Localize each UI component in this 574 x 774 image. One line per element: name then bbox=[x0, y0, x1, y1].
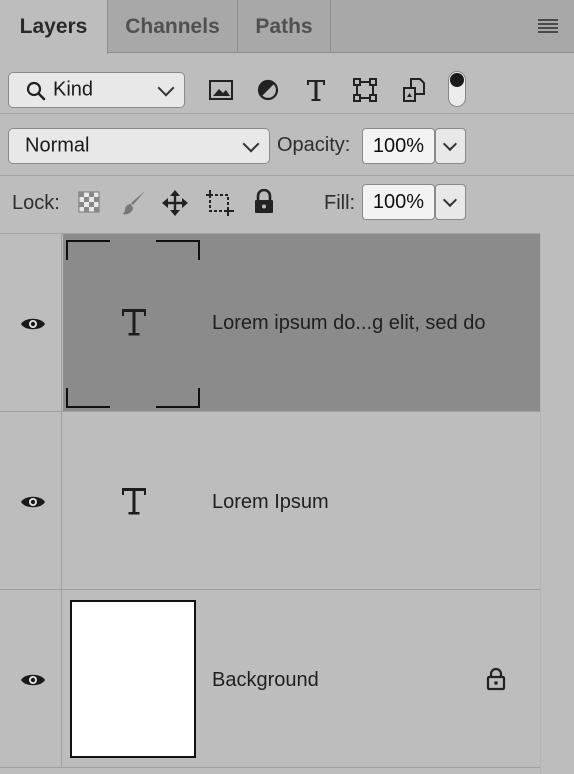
blend-mode-dropdown[interactable]: Normal bbox=[8, 128, 270, 164]
panel-tab-bar: Layers Channels Paths bbox=[0, 0, 574, 54]
layers-scroll-gutter[interactable] bbox=[540, 233, 574, 774]
shape-filter-icon[interactable] bbox=[353, 78, 377, 102]
layer-name[interactable]: Lorem ipsum do...g elit, sed do bbox=[212, 312, 485, 335]
opacity-label: Opacity: bbox=[277, 134, 351, 156]
tab-layers[interactable]: Layers bbox=[0, 0, 108, 54]
panel-menu-icon[interactable] bbox=[538, 19, 558, 33]
toggle-knob bbox=[450, 73, 464, 87]
layer-thumbnail-white bbox=[70, 600, 196, 758]
search-icon bbox=[26, 81, 46, 101]
text-layer-icon bbox=[122, 488, 146, 515]
filter-kind-dropdown[interactable]: Kind bbox=[8, 72, 185, 108]
fill-input[interactable]: 100% bbox=[362, 184, 435, 220]
lock-label: Lock: bbox=[12, 192, 60, 214]
tab-paths[interactable]: Paths bbox=[238, 0, 331, 53]
layer-name[interactable]: Background bbox=[212, 669, 319, 692]
tab-channels[interactable]: Channels bbox=[108, 0, 238, 53]
eye-icon[interactable] bbox=[20, 316, 46, 332]
visibility-column bbox=[0, 234, 62, 411]
chevron-down-icon bbox=[242, 135, 260, 153]
chevron-down-icon bbox=[157, 79, 175, 97]
fill-dropdown-button[interactable] bbox=[435, 184, 466, 220]
filter-on-off-toggle[interactable] bbox=[448, 71, 466, 107]
layer-row-text-selected[interactable]: Lorem ipsum do...g elit, sed do bbox=[0, 234, 540, 412]
visibility-column bbox=[0, 590, 62, 767]
text-layer-icon bbox=[122, 309, 146, 336]
layers-list: Lorem ipsum do...g elit, sed do Lorem Ip… bbox=[0, 233, 574, 774]
smart-object-filter-icon[interactable] bbox=[403, 78, 425, 102]
lock-position-move-icon[interactable] bbox=[161, 189, 189, 217]
eye-icon[interactable] bbox=[20, 672, 46, 688]
layer-name[interactable]: Lorem Ipsum bbox=[212, 491, 329, 514]
eye-icon[interactable] bbox=[20, 494, 46, 510]
lock-transparent-pixels-icon[interactable] bbox=[78, 191, 100, 213]
chevron-down-icon bbox=[442, 192, 458, 208]
filter-row: Kind bbox=[0, 54, 574, 114]
opacity-dropdown-button[interactable] bbox=[435, 128, 466, 164]
image-filter-icon[interactable] bbox=[209, 80, 233, 100]
visibility-column bbox=[0, 412, 62, 589]
filter-kind-label: Kind bbox=[53, 78, 94, 101]
lock-all-icon[interactable] bbox=[253, 189, 275, 215]
lock-image-pixels-brush-icon[interactable] bbox=[120, 189, 148, 217]
lock-artboard-icon[interactable] bbox=[206, 190, 234, 216]
layer-row-text[interactable]: Lorem Ipsum bbox=[0, 412, 540, 590]
adjustment-filter-icon[interactable] bbox=[257, 79, 279, 101]
chevron-down-icon bbox=[442, 136, 458, 152]
opacity-input[interactable]: 100% bbox=[362, 128, 435, 164]
blend-row: Normal Opacity: 100% bbox=[0, 114, 574, 176]
lock-icon bbox=[486, 667, 506, 691]
blend-mode-label: Normal bbox=[25, 134, 90, 157]
layer-row-background[interactable]: Background bbox=[0, 590, 540, 768]
type-filter-icon[interactable] bbox=[305, 78, 327, 102]
fill-label: Fill: bbox=[324, 192, 356, 214]
lock-row: Lock: Fill: 100% bbox=[0, 176, 574, 233]
